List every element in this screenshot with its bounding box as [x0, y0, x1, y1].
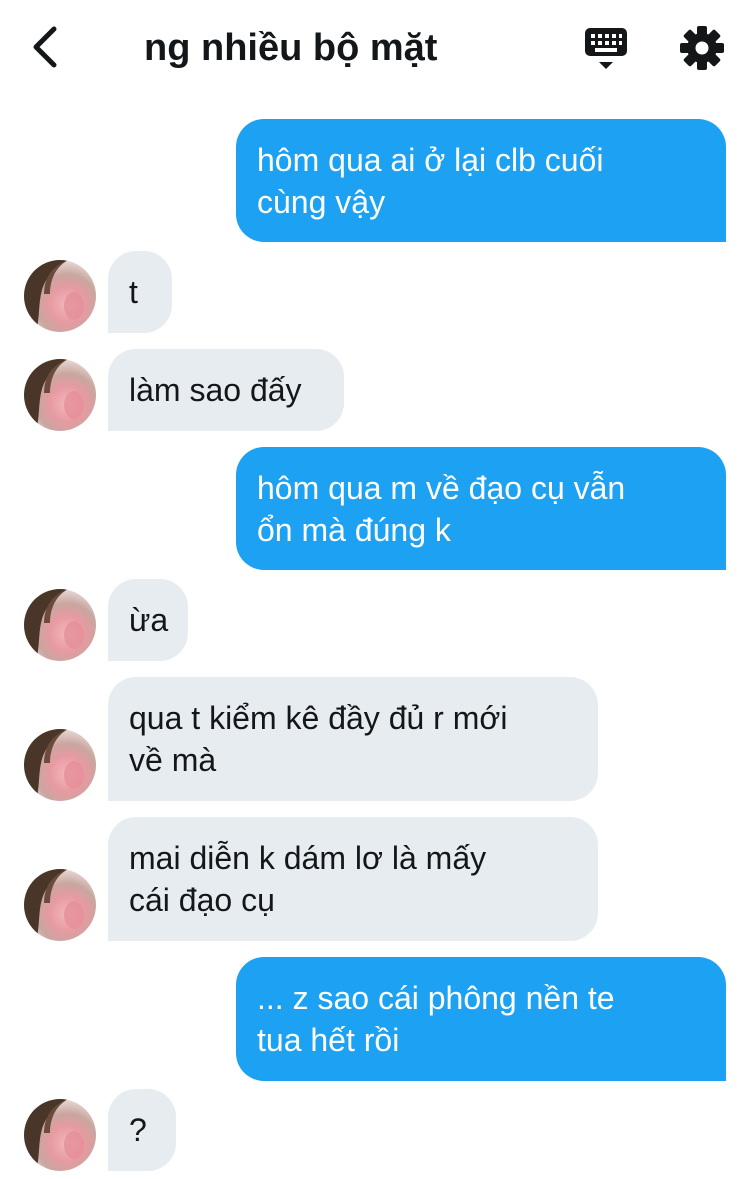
avatar[interactable]: [24, 359, 96, 431]
avatar[interactable]: [24, 1099, 96, 1171]
back-button[interactable]: [22, 22, 68, 72]
chevron-left-icon: [33, 26, 57, 68]
avatar-image: [24, 260, 96, 332]
avatar[interactable]: [24, 260, 96, 332]
avatar[interactable]: [24, 869, 96, 941]
conversation-header: ng nhiều bộ mặt: [0, 0, 750, 96]
message-bubble-outgoing[interactable]: ... z sao cái phông nền te tua hết rồi: [236, 957, 726, 1081]
message-bubble-incoming[interactable]: ?: [108, 1089, 176, 1171]
conversation-title: ng nhiều bộ mặt: [144, 27, 438, 69]
settings-button[interactable]: [678, 22, 726, 74]
avatar[interactable]: [24, 589, 96, 661]
message-bubble-incoming[interactable]: t: [108, 251, 172, 333]
keyboard-icon: [585, 28, 627, 69]
message-bubble-outgoing[interactable]: hôm qua m về đạo cụ vẫn ổn mà đúng k: [236, 447, 726, 570]
avatar-image: [24, 869, 96, 941]
message-bubble-incoming[interactable]: qua t kiểm kê đầy đủ r mới về mà: [108, 677, 598, 801]
chat-screen: ng nhiều bộ mặt hôm qua ai ở lại clb cuố…: [0, 0, 750, 1179]
message-bubble-incoming[interactable]: mai diễn k dám lơ là mấy cái đạo cụ: [108, 817, 598, 941]
message-bubble-incoming[interactable]: làm sao đấy: [108, 349, 344, 431]
avatar-image: [24, 1099, 96, 1171]
avatar-image: [24, 359, 96, 431]
message-bubble-incoming[interactable]: ừa: [108, 579, 188, 661]
avatar-image: [24, 729, 96, 801]
gear-icon: [680, 26, 724, 70]
avatar-image: [24, 589, 96, 661]
keyboard-button[interactable]: [582, 22, 630, 74]
message-bubble-outgoing[interactable]: hôm qua ai ở lại clb cuối cùng vậy: [236, 119, 726, 242]
avatar[interactable]: [24, 729, 96, 801]
